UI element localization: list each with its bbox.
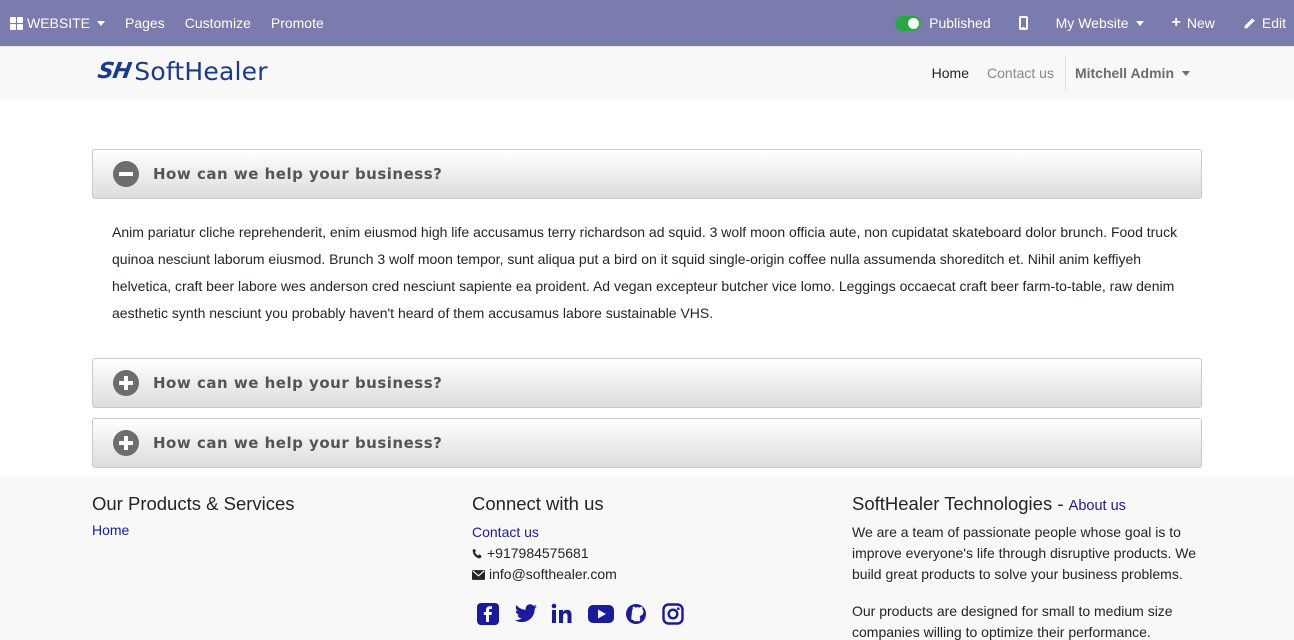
- phone-number: +917984575681: [487, 545, 589, 561]
- website-menu-button[interactable]: WEBSITE: [0, 0, 115, 46]
- user-name: Mitchell Admin: [1074, 65, 1174, 81]
- footer-products-heading: Our Products & Services: [92, 493, 295, 514]
- footer-contact-link[interactable]: Contact us: [472, 522, 539, 543]
- heading-separator: -: [1052, 493, 1069, 514]
- pages-menu-button[interactable]: Pages: [115, 0, 175, 46]
- minus-circle-icon: [113, 161, 139, 187]
- accordion-header-1[interactable]: How can we help your business?: [92, 149, 1202, 199]
- accordion-title: How can we help your business?: [153, 374, 443, 392]
- plus-circle-icon: [113, 430, 139, 456]
- mobile-phone-icon: [1018, 16, 1028, 30]
- plus-icon: +: [1171, 14, 1181, 31]
- my-website-label: My Website: [1055, 15, 1129, 31]
- published-label: Published: [929, 15, 991, 31]
- my-website-dropdown[interactable]: My Website: [1046, 0, 1162, 46]
- footer-company-column: SoftHealer Technologies - About us We ar…: [852, 493, 1212, 640]
- site-footer: Our Products & Services Home Connect wit…: [0, 477, 1294, 640]
- company-name: SoftHealer Technologies: [852, 493, 1053, 514]
- accordion-body-1: Anim pariatur cliche reprehenderit, enim…: [112, 224, 1178, 321]
- accordion-title: How can we help your business?: [153, 434, 443, 452]
- edit-label: Edit: [1261, 15, 1286, 31]
- company-products-note: Our products are designed for small to m…: [852, 603, 1173, 640]
- company-logo[interactable]: SH SoftHealer: [95, 57, 268, 86]
- footer-company-heading: SoftHealer Technologies - About us: [852, 493, 1212, 515]
- footer-home-link[interactable]: Home: [92, 522, 129, 538]
- footer-email: info@softhealer.com: [472, 564, 699, 585]
- social-icons: [477, 602, 699, 626]
- envelope-icon: [472, 569, 485, 580]
- about-us-link[interactable]: About us: [1069, 498, 1126, 514]
- published-toggle[interactable]: Published: [885, 0, 1009, 46]
- footer-connect-column: Connect with us Contact us +917984575681…: [472, 493, 699, 626]
- accordion-title: How can we help your business?: [153, 165, 443, 183]
- apps-grid-icon: [10, 16, 23, 30]
- mobile-preview-button[interactable]: [1009, 0, 1046, 46]
- company-description: We are a team of passionate people whose…: [852, 524, 1197, 582]
- site-header: SH SoftHealer Home Contact us Mitchell A…: [0, 46, 1294, 99]
- edit-button[interactable]: Edit: [1233, 0, 1294, 46]
- facebook-icon[interactable]: [477, 602, 514, 626]
- website-menu-label: WEBSITE: [27, 15, 91, 31]
- plus-circle-icon: [113, 370, 139, 396]
- twitter-icon[interactable]: [514, 602, 551, 626]
- email-address: info@softhealer.com: [489, 566, 617, 582]
- user-menu-dropdown[interactable]: Mitchell Admin: [1066, 65, 1199, 81]
- instagram-icon[interactable]: [662, 602, 699, 626]
- new-label: New: [1186, 15, 1215, 31]
- accordion-header-2[interactable]: How can we help your business?: [92, 358, 1202, 408]
- chevron-down-icon: [97, 20, 106, 26]
- youtube-icon[interactable]: [588, 602, 625, 626]
- footer-phone: +917984575681: [472, 543, 699, 564]
- footer-connect-heading: Connect with us: [472, 493, 604, 514]
- logo-mark: SH: [95, 59, 133, 84]
- footer-products-column: Our Products & Services Home: [92, 493, 295, 540]
- promote-menu-button[interactable]: Promote: [261, 0, 334, 46]
- toggle-switch-icon: [895, 15, 922, 31]
- phone-icon: [472, 548, 482, 559]
- pencil-icon: [1243, 17, 1256, 30]
- new-content-button[interactable]: + New: [1162, 0, 1233, 46]
- chevron-down-icon: [1182, 70, 1190, 76]
- nav-home-link[interactable]: Home: [923, 65, 978, 81]
- main-nav: Home Contact us Mitchell Admin: [923, 47, 1199, 99]
- linkedin-icon[interactable]: [551, 602, 588, 626]
- customize-menu-button[interactable]: Customize: [175, 0, 261, 46]
- logo-text: SoftHealer: [134, 57, 268, 86]
- admin-toolbar: WEBSITE Pages Customize Promote Publishe…: [0, 0, 1294, 46]
- chevron-down-icon: [1135, 20, 1144, 26]
- nav-contact-link[interactable]: Contact us: [978, 65, 1063, 81]
- github-icon[interactable]: [625, 602, 662, 626]
- accordion-header-3[interactable]: How can we help your business?: [92, 418, 1202, 468]
